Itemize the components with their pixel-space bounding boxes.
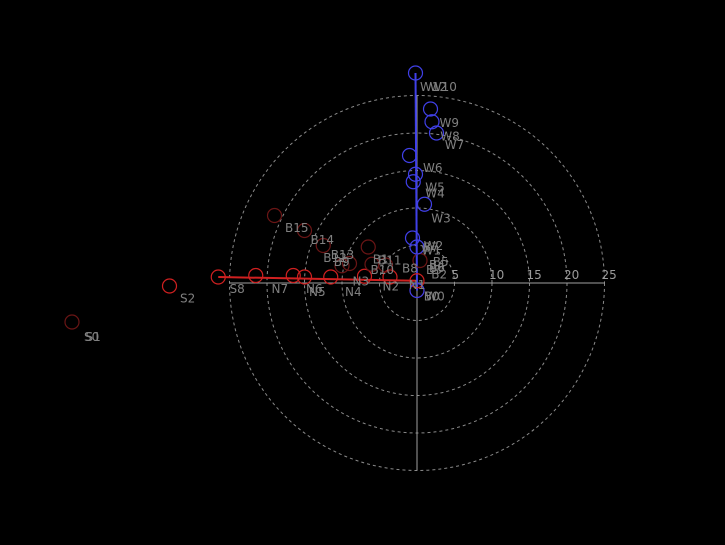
point-label-W2: W2 xyxy=(424,239,444,253)
tick-labels: 5 10 15 20 25 xyxy=(452,268,617,282)
point-label-N6: N6 xyxy=(306,282,323,296)
point-label-B6: B6 xyxy=(429,261,445,275)
point-label-W8: W8 xyxy=(440,130,460,144)
point-label-B11: B11 xyxy=(378,253,402,267)
point-label-W5: W5 xyxy=(425,181,445,195)
point-label-W9: W9 xyxy=(440,116,460,130)
point-red-S1 xyxy=(64,314,80,330)
point-blue-W9 xyxy=(422,101,439,117)
scatter-chart: 5 10 15 20 25 N1N2N3N4N5N6N7S8S2S1S0B0W0B1B2… xyxy=(64,65,617,471)
point-label-B15: B15 xyxy=(285,221,309,235)
point-label-S2: S2 xyxy=(180,292,195,306)
chart-container: 5 10 15 20 25 N1 N2 N3 N4 N5 N6 N7 S8 S2 S1 S0 B0 W0 B1 B2… xyxy=(0,0,725,545)
tick-label-10: 10 xyxy=(489,268,504,282)
point-label-W6: W6 xyxy=(423,161,443,175)
point-red-B16 xyxy=(266,207,283,224)
point-label-B8: B8 xyxy=(402,262,418,276)
point-label-N7: N7 xyxy=(272,282,289,296)
tick-label-15: 15 xyxy=(527,268,542,282)
point-blue-W8 xyxy=(424,114,440,130)
point-label-N4: N4 xyxy=(345,285,362,299)
tick-label-20: 20 xyxy=(564,268,579,282)
point-blue-W4 xyxy=(405,174,421,190)
point-red-S2 xyxy=(161,278,178,294)
point-blue-W6 xyxy=(401,147,418,164)
point-label-N2: N2 xyxy=(383,280,400,294)
point-labels: N1N2N3N4N5N6N7S8S2S1S0B0W0B1B2B3B4B5B6B7… xyxy=(84,80,464,344)
tick-label-5: 5 xyxy=(452,268,460,282)
point-red-N4 xyxy=(323,269,339,285)
point-label-B13: B13 xyxy=(331,248,355,262)
point-label-W0: W0 xyxy=(425,289,445,303)
point-label-W3: W3 xyxy=(431,211,451,225)
point-label-S0: S0 xyxy=(84,330,99,344)
point-label-W12: W12 xyxy=(420,80,447,94)
point-label-S8: S8 xyxy=(230,282,245,296)
point-red-N7 xyxy=(248,267,264,284)
tick-label-25: 25 xyxy=(602,268,617,282)
point-label-B14: B14 xyxy=(311,233,335,247)
